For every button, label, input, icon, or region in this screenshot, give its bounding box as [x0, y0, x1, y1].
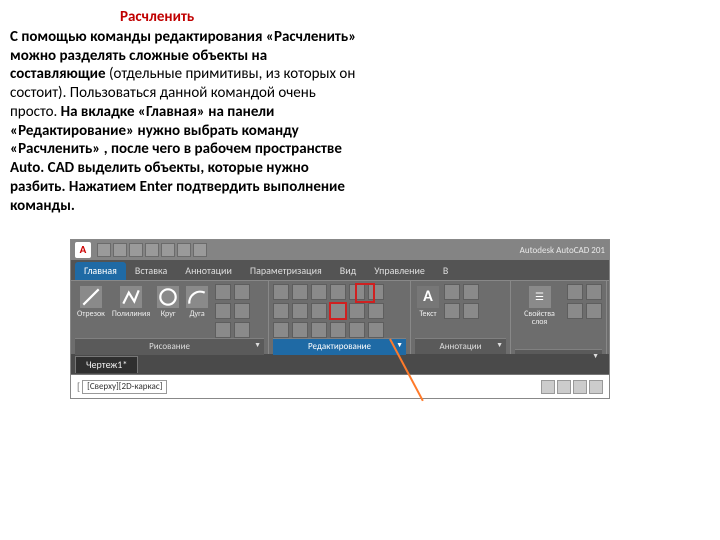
draw-small-grid — [215, 284, 250, 338]
polyline-label: Полилиния — [112, 310, 150, 318]
layer-freeze-icon[interactable] — [586, 284, 602, 300]
panel-annotation: A Текст Аннотации▼ — [411, 281, 511, 354]
align-icon[interactable] — [349, 322, 365, 338]
leader-icon[interactable] — [463, 284, 479, 300]
app-menu-button[interactable]: A — [75, 242, 91, 258]
tab-output[interactable]: В — [434, 262, 457, 281]
qat-saveas-icon[interactable] — [145, 243, 159, 257]
draw-small-5[interactable] — [215, 322, 231, 338]
panel-draw-label[interactable]: Рисование▼ — [75, 338, 264, 354]
draw-small-2[interactable] — [234, 284, 250, 300]
draw-small-4[interactable] — [234, 303, 250, 319]
text-button[interactable]: A Текст — [415, 284, 441, 318]
text-icon: A — [417, 286, 439, 308]
anno-small-grid — [444, 284, 479, 319]
mirror-icon[interactable] — [273, 303, 289, 319]
qat-open-icon[interactable] — [113, 243, 127, 257]
para-bold-2: На вкладке «Главная» на панели «Редактир… — [10, 103, 345, 215]
arc-label: Дуга — [190, 310, 205, 318]
extend-icon[interactable] — [330, 284, 346, 300]
chevron-down-icon: ▼ — [254, 341, 261, 350]
rotate-icon[interactable] — [292, 284, 308, 300]
ribbon-body: Отрезок Полилиния Круг Дуга — [71, 280, 609, 354]
nav-wheel-icon[interactable] — [541, 380, 555, 394]
draw-small-6[interactable] — [234, 322, 250, 338]
layer-props-button[interactable]: ☰ Свойства слоя — [515, 284, 564, 326]
stretch-icon[interactable] — [349, 303, 365, 319]
array-icon[interactable] — [273, 322, 289, 338]
line-label: Отрезок — [77, 310, 105, 318]
window-title: Autodesk AutoCAD 201 — [520, 245, 605, 256]
panel-annotation-label[interactable]: Аннотации▼ — [415, 338, 506, 354]
panel-modify: Редактирование▼ — [269, 281, 411, 354]
panel-draw: Отрезок Полилиния Круг Дуга — [71, 281, 269, 354]
chevron-down-icon: ▼ — [592, 352, 599, 361]
table-icon[interactable] — [444, 303, 460, 319]
modify-grid — [273, 284, 384, 338]
tab-home[interactable]: Главная — [75, 262, 126, 281]
layer-on-icon[interactable] — [567, 284, 583, 300]
move-icon[interactable] — [273, 284, 289, 300]
explode-icon[interactable] — [330, 303, 346, 319]
qat-save-icon[interactable] — [129, 243, 143, 257]
hatch-icon[interactable] — [463, 303, 479, 319]
tab-insert[interactable]: Вставка — [126, 262, 176, 281]
circle-icon — [157, 286, 179, 308]
layer-color-icon[interactable] — [586, 303, 602, 319]
layer-label: Свойства слоя — [517, 310, 562, 326]
arc-icon — [186, 286, 208, 308]
document-tab[interactable]: Чертеж1* — [75, 356, 138, 374]
drawing-area[interactable]: [ [Сверху][2D-каркас] — [71, 374, 609, 398]
chamfer-icon[interactable] — [311, 303, 327, 319]
nav-zoom-icon[interactable] — [573, 380, 587, 394]
heading: Расчленить — [10, 8, 708, 27]
tab-manage[interactable]: Управление — [365, 262, 434, 281]
line-icon — [80, 286, 102, 308]
circle-button[interactable]: Круг — [155, 284, 181, 318]
tab-parametric[interactable]: Параметризация — [241, 262, 331, 281]
view-control[interactable]: [Сверху][2D-каркас] — [82, 380, 167, 394]
lengthen-icon[interactable] — [368, 322, 384, 338]
chevron-down-icon: ▼ — [396, 341, 403, 350]
tab-annotate[interactable]: Аннотации — [176, 262, 241, 281]
quick-access-toolbar — [97, 243, 207, 257]
qat-new-icon[interactable] — [97, 243, 111, 257]
copy-icon[interactable] — [368, 284, 384, 300]
offset-icon[interactable] — [292, 322, 308, 338]
chevron-down-icon: ▼ — [496, 341, 503, 350]
erase-icon[interactable] — [349, 284, 365, 300]
nav-controls — [541, 380, 603, 394]
panel-layers: ☰ Свойства слоя ▼ — [511, 281, 607, 354]
body-paragraph: С помощью команды редактирования «Расчле… — [10, 28, 365, 216]
layers-icon: ☰ — [529, 286, 551, 308]
draw-small-1[interactable] — [215, 284, 231, 300]
draw-small-3[interactable] — [215, 303, 231, 319]
arc-button[interactable]: Дуга — [184, 284, 210, 318]
panel-layers-label[interactable]: ▼ — [515, 349, 602, 354]
document-tabs: Чертеж1* — [71, 354, 609, 374]
polyline-icon — [120, 286, 142, 308]
line-button[interactable]: Отрезок — [75, 284, 107, 318]
title-bar: A Autodesk AutoCAD 201 — [71, 240, 609, 260]
circle-label: Круг — [161, 310, 176, 318]
nav-orbit-icon[interactable] — [589, 380, 603, 394]
text-label: Текст — [419, 310, 436, 318]
nav-pan-icon[interactable] — [557, 380, 571, 394]
qat-redo-icon[interactable] — [193, 243, 207, 257]
ribbon-tabs: Главная Вставка Аннотации Параметризация… — [71, 260, 609, 280]
join-icon[interactable] — [311, 322, 327, 338]
autocad-window: A Autodesk AutoCAD 201 Главная Вставка А… — [70, 239, 610, 399]
break-icon[interactable] — [330, 322, 346, 338]
scale-icon[interactable] — [368, 303, 384, 319]
dim-icon[interactable] — [444, 284, 460, 300]
qat-undo-icon[interactable] — [177, 243, 191, 257]
fillet-icon[interactable] — [292, 303, 308, 319]
trim-icon[interactable] — [311, 284, 327, 300]
layer-lock-icon[interactable] — [567, 303, 583, 319]
tab-view[interactable]: Вид — [331, 262, 365, 281]
qat-plot-icon[interactable] — [161, 243, 175, 257]
layer-small-grid — [567, 284, 602, 319]
polyline-button[interactable]: Полилиния — [110, 284, 152, 318]
panel-modify-label[interactable]: Редактирование▼ — [273, 338, 406, 354]
